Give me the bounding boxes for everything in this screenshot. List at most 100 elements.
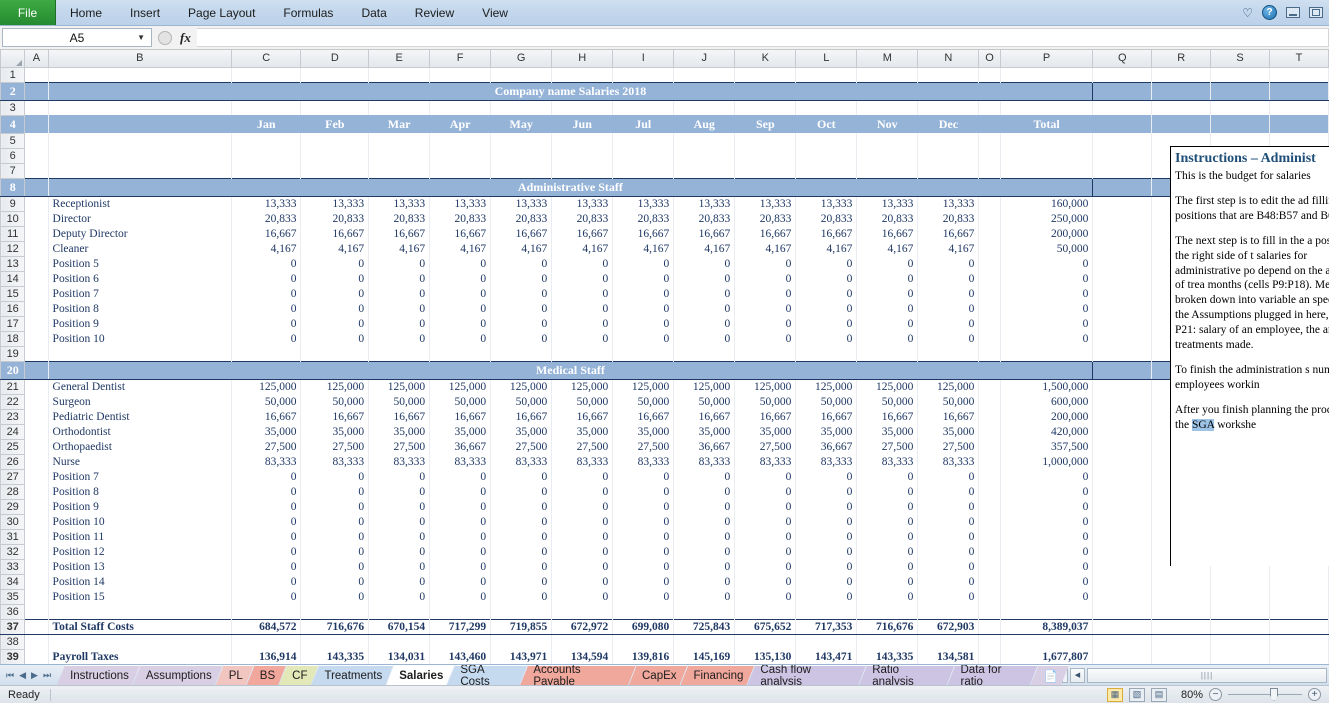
cell-value[interactable]: 27,500 xyxy=(300,439,370,454)
cell-value[interactable]: 20,833 xyxy=(673,211,736,226)
cell-value[interactable]: 0 xyxy=(856,499,919,514)
cell-value[interactable]: 50,000 xyxy=(856,394,919,409)
cell-value[interactable]: 136,914 xyxy=(231,649,302,664)
cell-value[interactable]: 16,667 xyxy=(734,226,797,241)
spreadsheet-grid[interactable]: A B C D E F G H I J K L M N O P Q R S T 1 2 Company name Salar… xyxy=(0,50,1329,664)
cell[interactable] xyxy=(24,301,49,316)
cell[interactable] xyxy=(300,346,370,361)
cell[interactable] xyxy=(1210,100,1270,115)
formula-input[interactable] xyxy=(196,28,1329,47)
cell-value[interactable]: 50,000 xyxy=(368,394,431,409)
row-total[interactable]: 1,677,807 xyxy=(1000,649,1094,664)
cell[interactable] xyxy=(1000,67,1094,82)
cell-value[interactable]: 16,667 xyxy=(551,409,614,424)
cell-value[interactable]: 0 xyxy=(231,331,302,346)
cell-value[interactable]: 35,000 xyxy=(612,424,675,439)
cell[interactable] xyxy=(24,241,49,256)
cell-value[interactable]: 0 xyxy=(300,589,370,604)
ribbon-tab-review[interactable]: Review xyxy=(401,0,468,25)
cell-value[interactable]: 0 xyxy=(795,589,858,604)
cell-value[interactable]: 20,833 xyxy=(612,211,675,226)
cell[interactable] xyxy=(1092,115,1153,133)
row-label[interactable]: Position 6 xyxy=(48,271,233,286)
sheet-tab-instructions[interactable]: Instructions xyxy=(57,665,140,685)
cell-value[interactable]: 0 xyxy=(551,514,614,529)
cell[interactable] xyxy=(1000,604,1094,619)
cell-value[interactable]: 50,000 xyxy=(551,394,614,409)
cell[interactable] xyxy=(368,346,431,361)
cell-value[interactable]: 0 xyxy=(856,544,919,559)
row-header-16[interactable]: 16 xyxy=(0,300,26,317)
cell[interactable] xyxy=(1092,544,1153,559)
cell-value[interactable]: 0 xyxy=(300,484,370,499)
cell-value[interactable]: 13,333 xyxy=(300,196,370,211)
cell-value[interactable]: 0 xyxy=(734,331,797,346)
month-header-aug[interactable]: Aug xyxy=(673,115,735,133)
cell-value[interactable]: 83,333 xyxy=(551,454,614,469)
cell[interactable] xyxy=(1269,589,1329,604)
cell[interactable] xyxy=(734,346,797,361)
cell[interactable] xyxy=(1151,67,1212,82)
cell-value[interactable]: 125,000 xyxy=(368,379,431,394)
sga-link[interactable]: SGA xyxy=(1191,418,1215,431)
cell[interactable] xyxy=(1269,649,1329,664)
sheet-title-banner[interactable]: Company name Salaries 2018 xyxy=(47,81,1094,101)
cell-value[interactable]: 0 xyxy=(673,256,736,271)
row-label[interactable]: Pediatric Dentist xyxy=(48,409,233,424)
cell-value[interactable]: 35,000 xyxy=(368,424,431,439)
cell[interactable] xyxy=(978,529,1001,544)
cell-value[interactable]: 50,000 xyxy=(300,394,370,409)
row-total[interactable]: 8,389,037 xyxy=(1000,618,1094,635)
prev-sheet-icon[interactable]: ◀ xyxy=(19,670,26,681)
cell[interactable] xyxy=(978,379,1001,394)
cell[interactable] xyxy=(1151,589,1212,604)
row-header-31[interactable]: 31 xyxy=(0,528,26,545)
cell-value[interactable]: 0 xyxy=(673,331,736,346)
cell-value[interactable]: 0 xyxy=(490,529,553,544)
row-label[interactable]: Director xyxy=(48,211,233,226)
cell-value[interactable]: 35,000 xyxy=(795,424,858,439)
cell-value[interactable]: 0 xyxy=(917,316,980,331)
cell[interactable] xyxy=(1000,100,1094,115)
cell-value[interactable]: 16,667 xyxy=(856,409,919,424)
cell[interactable] xyxy=(490,133,553,148)
row-header-9[interactable]: 9 xyxy=(0,195,26,212)
cell[interactable] xyxy=(978,454,1001,469)
cell-value[interactable]: 83,333 xyxy=(917,454,980,469)
cell-value[interactable]: 50,000 xyxy=(795,394,858,409)
cell-value[interactable]: 0 xyxy=(429,271,492,286)
cell[interactable] xyxy=(1269,634,1329,649)
cell-value[interactable]: 27,500 xyxy=(231,439,302,454)
cell-value[interactable]: 35,000 xyxy=(490,424,553,439)
column-header-n[interactable]: N xyxy=(917,50,980,68)
column-header-c[interactable]: C xyxy=(230,50,302,68)
cancel-formula-icon[interactable] xyxy=(158,30,172,45)
cell-value[interactable]: 20,833 xyxy=(734,211,797,226)
horizontal-scrollbar[interactable]: |||| xyxy=(1087,667,1327,683)
cell-value[interactable]: 0 xyxy=(551,256,614,271)
cell-value[interactable]: 83,333 xyxy=(856,454,919,469)
cell-value[interactable]: 0 xyxy=(917,484,980,499)
cell-value[interactable]: 125,000 xyxy=(612,379,675,394)
row-header-20[interactable]: 20 xyxy=(0,360,26,380)
cell[interactable] xyxy=(24,424,49,439)
cell[interactable] xyxy=(856,133,919,148)
cell-value[interactable]: 16,667 xyxy=(612,409,675,424)
cell-value[interactable]: 0 xyxy=(734,514,797,529)
cell-value[interactable]: 0 xyxy=(300,286,370,301)
cell-value[interactable]: 16,667 xyxy=(231,226,302,241)
cell-value[interactable]: 0 xyxy=(429,529,492,544)
sheet-tab-treatments[interactable]: Treatments xyxy=(311,665,393,685)
cell[interactable] xyxy=(24,271,49,286)
cell[interactable] xyxy=(1092,211,1153,226)
cell[interactable] xyxy=(978,301,1001,316)
cell-value[interactable]: 36,667 xyxy=(795,439,858,454)
column-header-m[interactable]: M xyxy=(856,50,919,68)
cell-value[interactable]: 0 xyxy=(734,559,797,574)
cell[interactable] xyxy=(1151,649,1212,664)
zoom-level-label[interactable]: 80% xyxy=(1173,689,1203,701)
cell-value[interactable]: 0 xyxy=(490,514,553,529)
cell-value[interactable]: 0 xyxy=(429,514,492,529)
cell[interactable] xyxy=(48,163,233,178)
cell[interactable] xyxy=(673,100,736,115)
